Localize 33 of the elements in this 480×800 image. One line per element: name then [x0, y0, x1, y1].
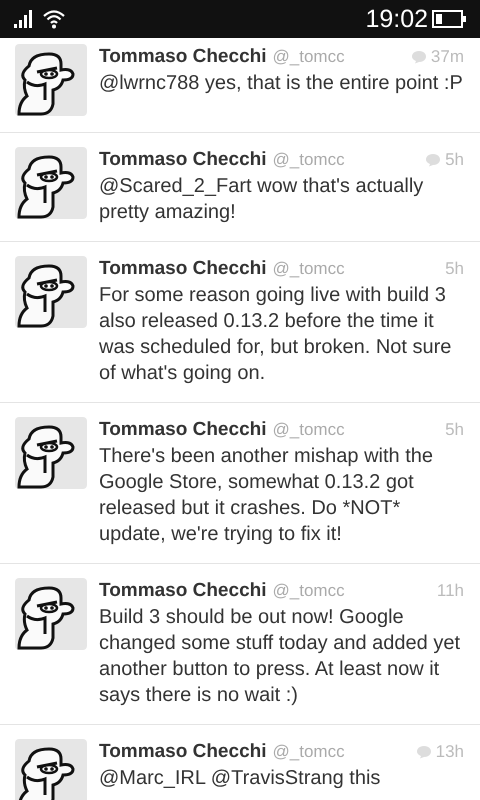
avatar-drawing	[15, 417, 87, 489]
tweet-time: 5h	[445, 258, 464, 280]
wifi-icon	[42, 9, 66, 29]
signal-icon	[14, 10, 34, 28]
author-handle: @_tomcc	[272, 149, 345, 171]
author-handle: @_tomcc	[272, 419, 345, 441]
author-handle: @_tomcc	[272, 258, 345, 280]
tweet-text: Build 3 should be out now! Google changed some stuff today and added yet another button to press. At least now it says there is no wait :)	[99, 605, 462, 708]
tweet-time: 5h	[445, 149, 464, 171]
author-name: Tommaso Checchi	[99, 257, 267, 281]
author-name: Tommaso Checchi	[99, 45, 267, 69]
tweet-text: @Marc_IRL @TravisStrang this	[99, 766, 382, 791]
tweet-text: There's been another mishap with the Google Store, somewhat 0.13.2 got released but it crashes. Do *NOT* update, we're trying to fix it!	[99, 444, 434, 547]
tweet-time: 37m	[430, 46, 464, 68]
author-handle: @_tomcc	[272, 580, 345, 602]
author-handle: @_tomcc	[272, 741, 345, 763]
battery-icon	[432, 10, 466, 28]
avatar-drawing	[15, 578, 87, 650]
avatar-drawing	[15, 256, 87, 328]
tweet-time: 11h	[436, 580, 464, 602]
author-name: Tommaso Checchi	[99, 740, 267, 764]
tweet-time: 5h	[445, 419, 464, 441]
author-name: Tommaso Checchi	[99, 148, 267, 172]
tweet-text: @Scared_2_Fart wow that's actually pretty amazing!	[99, 174, 424, 225]
author-handle: @_tomcc	[272, 46, 345, 68]
clock-time: 19:02	[365, 6, 428, 32]
author-name: Tommaso Checchi	[99, 579, 267, 603]
avatar-drawing	[15, 147, 87, 219]
avatar-drawing	[15, 44, 87, 116]
tweet-text: For some reason going live with build 3 also released 0.13.2 before the time it was scheduled for, but broken. Not sure of what's going on.	[99, 283, 452, 386]
tweet-time: 13h	[436, 741, 464, 763]
tweet-text: @lwrnc788 yes, that is the entire point :P	[99, 71, 464, 96]
author-name: Tommaso Checchi	[99, 418, 267, 442]
